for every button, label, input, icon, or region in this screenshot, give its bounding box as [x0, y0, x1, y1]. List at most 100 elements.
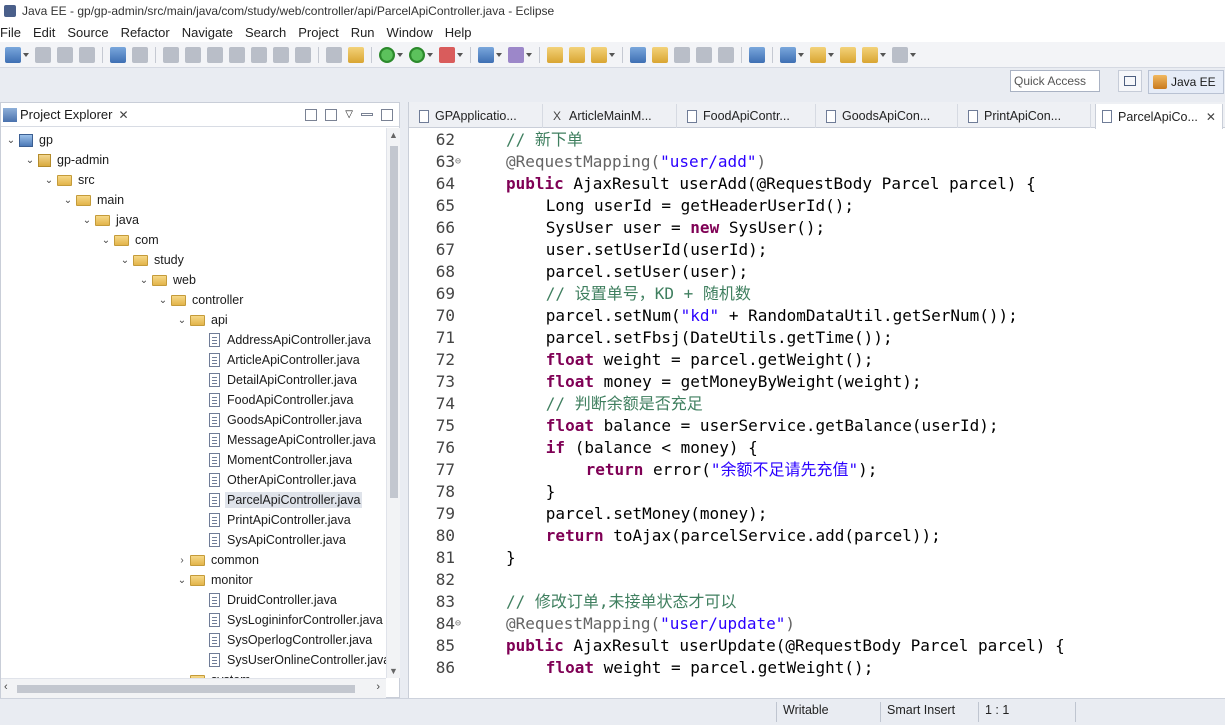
code-line[interactable]: 62 // 新下单	[409, 129, 1225, 151]
step-over-icon[interactable]	[273, 46, 289, 63]
external-tools-dropdown-icon[interactable]	[457, 52, 463, 57]
forward-dropdown-icon[interactable]	[910, 52, 916, 57]
code-line[interactable]: 85 public AjaxResult userUpdate(@RequestB…	[409, 635, 1225, 657]
forward-icon[interactable]	[892, 46, 908, 63]
new-class-dropdown-icon[interactable]	[526, 52, 532, 57]
suspend-icon[interactable]	[185, 46, 201, 63]
chevron-down-icon[interactable]: ⌄	[176, 315, 188, 326]
code-line[interactable]: 73 float money = getMoneyByWeight(weight)…	[409, 371, 1225, 393]
chevron-down-icon[interactable]: ⌄	[81, 215, 93, 226]
terminate-icon[interactable]	[207, 46, 223, 63]
show-whitespace-icon[interactable]	[696, 46, 712, 63]
vertical-scrollbar[interactable]: ▲ ▼	[386, 128, 400, 678]
project-tree[interactable]: ⌄ gp ⌄ gp-admin ⌄ src ⌄ main ⌄ java ⌄ com ⌄ study ⌄ web…	[1, 128, 386, 678]
editor-tab[interactable]: GoodsApiCon...	[820, 104, 958, 128]
new-dropdown-icon[interactable]	[23, 52, 29, 57]
java-file-item[interactable]: SysOperlogController.java	[195, 630, 374, 650]
new-icon[interactable]	[5, 46, 21, 63]
code-line[interactable]: 78}	[409, 481, 1225, 503]
quick-access-input[interactable]: Quick Access	[1010, 70, 1100, 92]
java-file-item[interactable]: AddressApiController.java	[195, 330, 373, 350]
code-line[interactable]: 72 float weight = parcel.getWeight();	[409, 349, 1225, 371]
collapse-all-icon[interactable]	[305, 108, 318, 121]
tree-folder-item[interactable]: ⌄ src	[43, 170, 97, 190]
debug-icon[interactable]	[379, 46, 395, 63]
chevron-right-icon[interactable]: ›	[176, 555, 188, 566]
code-line[interactable]: 76 if (balance < money) {	[409, 437, 1225, 459]
chevron-down-icon[interactable]: ⌄	[43, 175, 55, 186]
code-line[interactable]: 70 parcel.setNum("kd" + RandomDataUtil.ge…	[409, 305, 1225, 327]
java-file-item[interactable]: OtherApiController.java	[195, 470, 358, 490]
chevron-down-icon[interactable]: ⌄	[5, 135, 17, 146]
menu-window[interactable]: Window	[383, 25, 441, 40]
scrollbar-thumb[interactable]	[390, 146, 398, 498]
menu-help[interactable]: Help	[441, 25, 480, 40]
tree-folder-item[interactable]: ⌄ study	[119, 250, 186, 270]
tree-folder-item[interactable]: ⌄ gp	[5, 130, 55, 150]
chevron-down-icon[interactable]: ⌄	[62, 195, 74, 206]
code-line[interactable]: 67 user.setUserId(userId);	[409, 239, 1225, 261]
tree-folder-item[interactable]: ⌄ com	[100, 230, 161, 250]
code-line[interactable]: 75 float balance = userService.getBalance…	[409, 415, 1225, 437]
code-line[interactable]: 71 parcel.setFbsj(DateUtils.getTime());	[409, 327, 1225, 349]
menu-source[interactable]: Source	[63, 25, 116, 40]
save-all-icon[interactable]	[57, 46, 73, 63]
maximize-icon[interactable]	[381, 108, 393, 121]
drop-to-frame-icon[interactable]	[326, 46, 342, 63]
new-class-icon[interactable]	[508, 46, 524, 63]
disconnect-icon[interactable]	[229, 46, 245, 63]
fold-toggle-icon[interactable]: ⊖	[455, 613, 465, 635]
tree-folder-item[interactable]: ›system	[176, 670, 253, 678]
save-icon[interactable]	[35, 46, 51, 63]
close-icon[interactable]: ✕	[118, 108, 128, 122]
chevron-down-icon[interactable]: ⌄	[176, 575, 188, 586]
scroll-down-icon[interactable]: ▼	[389, 666, 398, 676]
scroll-left-icon[interactable]: ‹	[4, 681, 8, 693]
toggle-mark-occurrences-icon[interactable]	[630, 46, 646, 63]
java-file-item[interactable]: FoodApiController.java	[195, 390, 355, 410]
globe-icon[interactable]	[749, 46, 765, 63]
tree-folder-item[interactable]: › common	[176, 550, 261, 570]
external-tools-icon[interactable]	[439, 46, 455, 63]
code-line[interactable]: 66 SysUser user = new SysUser();	[409, 217, 1225, 239]
perspective-java-ee-button[interactable]: Java EE	[1148, 70, 1224, 94]
step-into-icon[interactable]	[251, 46, 267, 63]
new-java-project-dropdown-icon[interactable]	[496, 52, 502, 57]
code-line[interactable]: 86 float weight = parcel.getWeight();	[409, 657, 1225, 679]
menu-refactor[interactable]: Refactor	[117, 25, 178, 40]
resume-icon[interactable]	[163, 46, 179, 63]
tree-folder-item[interactable]: ⌄ web	[138, 270, 198, 290]
tree-folder-item[interactable]: ⌄ api	[176, 310, 230, 330]
menu-project[interactable]: Project	[294, 25, 346, 40]
scroll-up-icon[interactable]: ▲	[389, 130, 398, 140]
java-file-item[interactable]: GoodsApiController.java	[195, 410, 364, 430]
chevron-down-icon[interactable]: ⌄	[157, 295, 169, 306]
java-file-item[interactable]: MomentController.java	[195, 450, 354, 470]
last-edit-location-icon[interactable]	[840, 46, 856, 63]
view-menu-icon[interactable]: ▽	[345, 109, 353, 121]
code-line[interactable]: 77 return error("余额不足请先充值");	[409, 459, 1225, 481]
step-return-icon[interactable]	[295, 46, 311, 63]
previous-annotation-icon[interactable]	[810, 46, 826, 63]
next-annotation-dropdown-icon[interactable]	[798, 52, 804, 57]
print-icon[interactable]	[79, 46, 95, 63]
next-annotation-icon[interactable]	[780, 46, 796, 63]
terminal-icon[interactable]	[110, 46, 126, 63]
close-tab-icon[interactable]: ✕	[1206, 110, 1216, 124]
project-explorer-title[interactable]: Project Explorer	[20, 107, 112, 122]
open-folder-icon[interactable]	[569, 46, 585, 63]
chevron-down-icon[interactable]: ⌄	[100, 235, 112, 246]
scrollbar-thumb[interactable]	[17, 685, 355, 693]
code-line[interactable]: 84 ⊖ @RequestMapping("user/update")	[409, 613, 1225, 635]
chevron-down-icon[interactable]: ⌄	[119, 255, 131, 266]
menu-search[interactable]: Search	[241, 25, 294, 40]
editor-tab[interactable]: GPApplicatio...	[413, 104, 543, 128]
chevron-down-icon[interactable]: ⌄	[24, 155, 36, 166]
run-icon[interactable]	[409, 46, 425, 63]
paragraph-icon[interactable]	[718, 46, 734, 63]
fold-toggle-icon[interactable]: ⊖	[455, 151, 465, 173]
tree-folder-item[interactable]: ⌄ java	[81, 210, 141, 230]
menu-file[interactable]: File	[0, 25, 29, 40]
java-file-item[interactable]: ParcelApiController.java	[195, 490, 363, 510]
tree-folder-item[interactable]: ⌄ main	[62, 190, 126, 210]
